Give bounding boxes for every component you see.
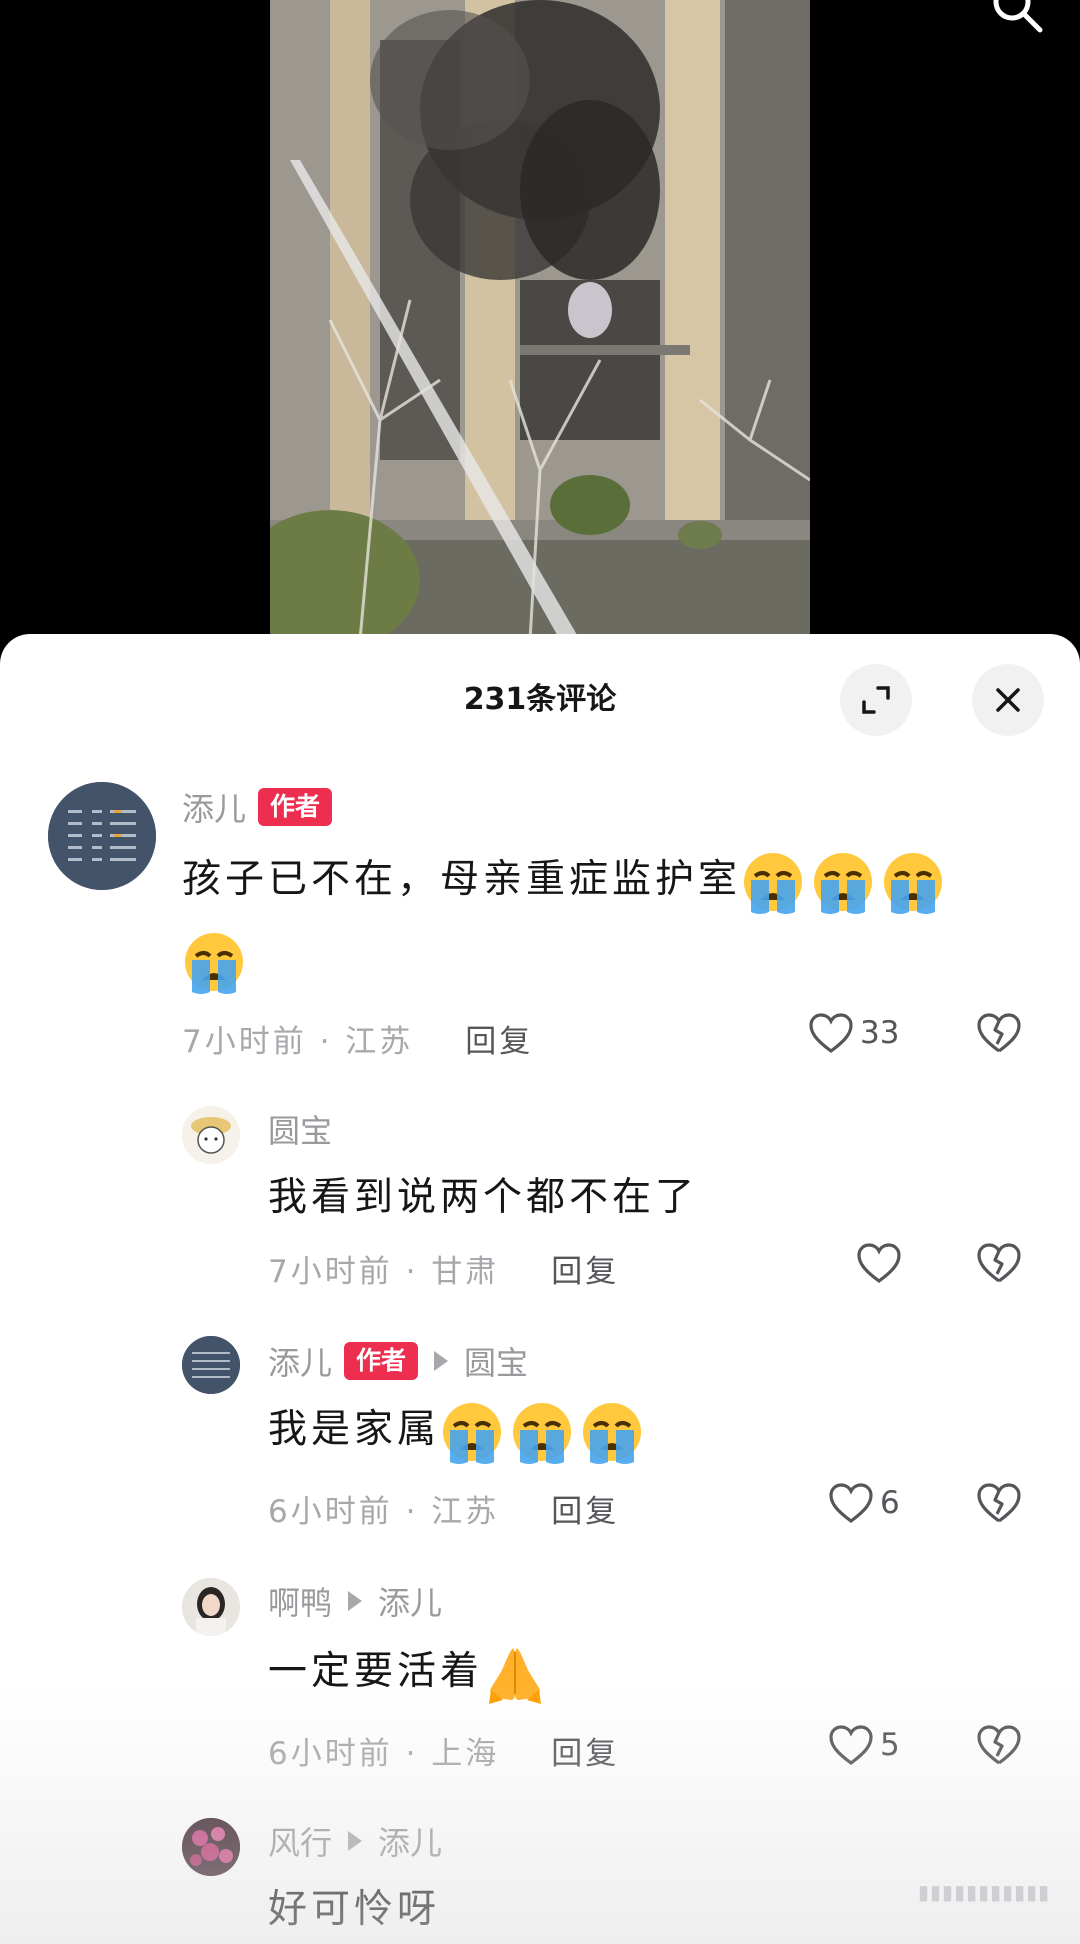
avatar[interactable] bbox=[182, 1818, 240, 1876]
time-location: 7小时前 · 江苏 bbox=[182, 1024, 414, 1060]
broken-heart-icon bbox=[977, 1483, 1021, 1523]
reply-button[interactable]: 回复 bbox=[551, 1728, 619, 1773]
comments-count-title: 231条评论 bbox=[463, 682, 617, 717]
weather-widget-avatar-image bbox=[48, 782, 156, 890]
folded-hands-emoji bbox=[483, 1647, 553, 1704]
comment-text-container: 一定要活着 bbox=[268, 1632, 553, 1712]
video-player[interactable] bbox=[0, 0, 1080, 650]
reply-to-arrow-icon bbox=[348, 1591, 363, 1611]
comment-meta: 6小时前 · 上海 回复 bbox=[268, 1728, 619, 1773]
video-frame[interactable] bbox=[270, 0, 810, 640]
comments-header: 231条评论 bbox=[0, 634, 1080, 754]
like-button[interactable]: 6 bbox=[828, 1482, 900, 1524]
loudly-crying-face-emoji bbox=[182, 932, 252, 994]
avatar[interactable] bbox=[48, 782, 156, 890]
flowers-avatar-image bbox=[182, 1818, 240, 1876]
like-count: 6 bbox=[880, 1485, 900, 1521]
comment-meta: 7小时前 · 甘肃 回复 bbox=[268, 1246, 619, 1291]
dislike-button[interactable] bbox=[976, 1242, 1022, 1288]
author-badge: 作者 bbox=[258, 788, 333, 826]
like-button[interactable]: 33 bbox=[808, 1012, 899, 1054]
watermark-lines: ▮▮▮▮▮▮▮▮▮▮▮ bbox=[917, 1880, 1050, 1904]
username[interactable]: 风行 bbox=[268, 1818, 332, 1864]
like-count: 5 bbox=[880, 1727, 900, 1763]
time-location: 6小时前 · 江苏 bbox=[268, 1494, 500, 1530]
search-icon bbox=[993, 0, 1043, 33]
dislike-button[interactable] bbox=[976, 1724, 1022, 1770]
loudly-crying-face-emoji bbox=[440, 1402, 510, 1464]
close-button[interactable] bbox=[972, 664, 1044, 736]
reply-to-username[interactable]: 圆宝 bbox=[464, 1338, 528, 1384]
reply-button[interactable]: 回复 bbox=[465, 1016, 533, 1061]
heart-icon bbox=[829, 1725, 873, 1765]
reply-to-username[interactable]: 添儿 bbox=[378, 1578, 442, 1624]
avatar[interactable] bbox=[182, 1336, 240, 1394]
comment-header: 添儿 作者 圆宝 bbox=[268, 1338, 528, 1384]
reply-button[interactable]: 回复 bbox=[551, 1486, 619, 1531]
comment-header: 添儿 作者 bbox=[182, 784, 333, 830]
reply-button[interactable]: 回复 bbox=[551, 1246, 619, 1291]
loudly-crying-face-emoji bbox=[881, 852, 951, 914]
heart-icon bbox=[857, 1243, 901, 1283]
video-scene-building-fire bbox=[270, 0, 810, 640]
broken-heart-icon bbox=[977, 1013, 1021, 1053]
comment-text: 一定要活着 bbox=[268, 1649, 484, 1694]
dislike-button[interactable] bbox=[976, 1482, 1022, 1528]
like-count: 33 bbox=[860, 1015, 900, 1051]
like-button[interactable]: 5 bbox=[828, 1724, 900, 1766]
bottom-fade-overlay bbox=[0, 1684, 1080, 1944]
comment-header: 风行 添儿 bbox=[268, 1818, 442, 1864]
comment-header: 圆宝 bbox=[268, 1106, 332, 1152]
comment-text: 我看到说两个都不在了 bbox=[268, 1175, 699, 1220]
comments-sheet: 231条评论 添儿 作者 孩子已不在，母亲重症监护室 7小时前 · 江苏 回复 … bbox=[0, 634, 1080, 1944]
broken-heart-icon bbox=[977, 1243, 1021, 1283]
time-location: 6小时前 · 上海 bbox=[268, 1736, 500, 1772]
reply-to-arrow-icon bbox=[434, 1351, 449, 1371]
loudly-crying-face-emoji bbox=[741, 852, 811, 914]
comment-meta: 7小时前 · 江苏 回复 bbox=[182, 1016, 533, 1061]
dislike-button[interactable] bbox=[976, 1012, 1022, 1058]
reply-to-username[interactable]: 添儿 bbox=[378, 1818, 442, 1864]
photo-avatar-image bbox=[182, 1578, 240, 1636]
cartoon-avatar-image bbox=[182, 1106, 240, 1164]
avatar[interactable] bbox=[182, 1106, 240, 1164]
username[interactable]: 添儿 bbox=[182, 784, 246, 830]
comment-text: 我是家属 bbox=[268, 1407, 441, 1452]
loudly-crying-face-emoji bbox=[510, 1402, 580, 1464]
comment-header: 啊鸭 添儿 bbox=[268, 1578, 442, 1624]
like-button[interactable] bbox=[856, 1242, 908, 1284]
comment-text: 孩子已不在，母亲重症监护室 bbox=[182, 857, 742, 902]
heart-icon bbox=[829, 1483, 873, 1523]
avatar[interactable] bbox=[182, 1578, 240, 1636]
close-icon bbox=[996, 688, 1020, 712]
reply-to-arrow-icon bbox=[348, 1831, 363, 1851]
expand-button[interactable] bbox=[840, 664, 912, 736]
comment-text-container: 孩子已不在，母亲重症监护室 bbox=[182, 840, 1002, 1000]
loudly-crying-face-emoji bbox=[811, 852, 881, 914]
weather-widget-avatar-image bbox=[182, 1336, 240, 1394]
loudly-crying-face-emoji bbox=[580, 1402, 650, 1464]
time-location: 7小时前 · 甘肃 bbox=[268, 1254, 500, 1290]
username[interactable]: 添儿 bbox=[268, 1338, 332, 1384]
comment-text: 好可怜呀 bbox=[268, 1887, 441, 1932]
comment-text-container: 我是家属 bbox=[268, 1390, 650, 1470]
username[interactable]: 啊鸭 bbox=[268, 1578, 332, 1624]
expand-icon bbox=[862, 686, 890, 714]
username[interactable]: 圆宝 bbox=[268, 1106, 332, 1152]
author-badge: 作者 bbox=[344, 1342, 419, 1380]
search-button[interactable] bbox=[990, 0, 1050, 40]
broken-heart-icon bbox=[977, 1725, 1021, 1765]
comment-meta: 6小时前 · 江苏 回复 bbox=[268, 1486, 619, 1531]
heart-icon bbox=[809, 1013, 853, 1053]
